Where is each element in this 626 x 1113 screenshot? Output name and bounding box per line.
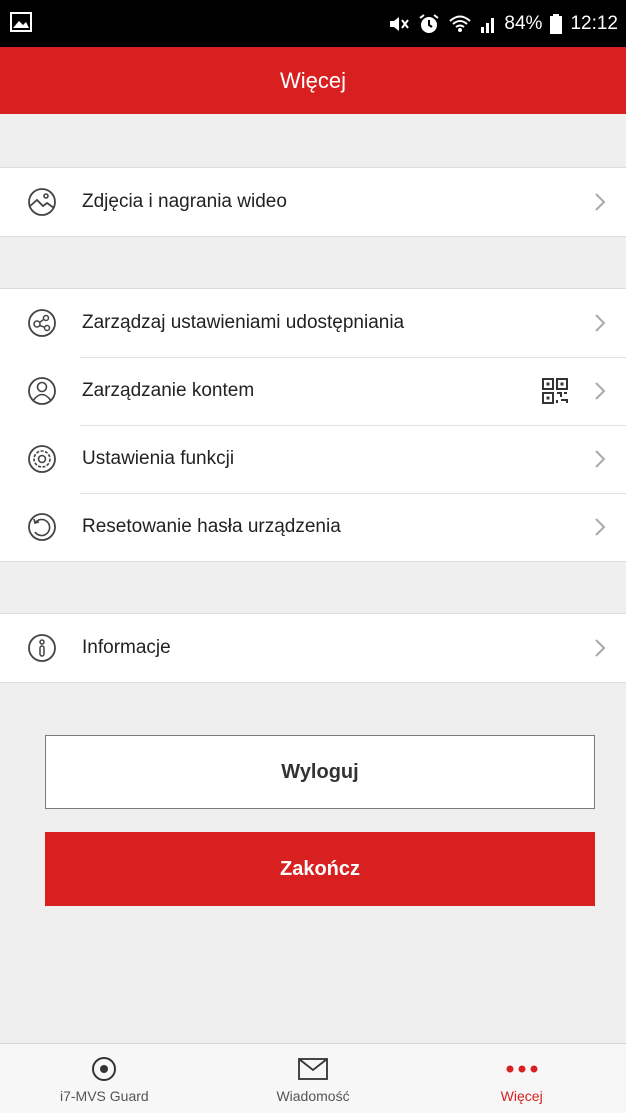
guard-icon (90, 1054, 118, 1084)
signal-icon (480, 15, 496, 33)
menu-item-reset-device-password[interactable]: Resetowanie hasła urządzenia (0, 493, 626, 561)
battery-icon (550, 13, 563, 34)
wifi-icon (448, 14, 472, 34)
chevron-right-icon (594, 313, 606, 333)
chevron-right-icon (594, 449, 606, 469)
tab-messages[interactable]: Wiadomość (209, 1044, 418, 1113)
battery-percent: 84% (504, 12, 543, 34)
chevron-right-icon (594, 381, 606, 401)
page-title: Więcej (279, 67, 346, 93)
alarm-icon (418, 13, 440, 35)
tab-label: i7-MVS Guard (59, 1088, 149, 1104)
envelope-icon (298, 1054, 328, 1084)
tab-label: Więcej (500, 1088, 543, 1104)
chevron-right-icon (594, 192, 606, 212)
menu-item-function-settings[interactable]: Ustawienia funkcji (0, 425, 626, 493)
menu-item-label: Resetowanie hasła urządzenia (82, 516, 341, 537)
reset-icon (26, 511, 58, 543)
tab-guard[interactable]: i7-MVS Guard (0, 1044, 209, 1113)
menu-item-label: Zarządzaj ustawieniami udostępniania (82, 312, 405, 333)
menu-group-media: Zdjęcia i nagrania wideo (0, 167, 626, 237)
menu-item-label: Zarządzanie kontem (82, 380, 255, 401)
more-dots-icon (505, 1054, 539, 1084)
qr-code-icon[interactable] (542, 378, 568, 404)
menu-item-account-management[interactable]: Zarządzanie kontem (0, 357, 626, 425)
share-icon (26, 307, 58, 339)
info-icon (26, 632, 58, 664)
exit-button[interactable]: Zakończ (45, 832, 595, 906)
chevron-right-icon (594, 638, 606, 658)
menu-group-info: Informacje (0, 613, 626, 683)
menu-item-information[interactable]: Informacje (0, 614, 626, 682)
tab-label: Wiadomość (276, 1088, 350, 1104)
bottom-tab-bar: i7-MVS Guard Wiadomość Więcej (0, 1043, 626, 1113)
menu-item-photos-videos[interactable]: Zdjęcia i nagrania wideo (0, 168, 626, 236)
menu-group-settings: Zarządzaj ustawieniami udostępniania Zar… (0, 288, 626, 562)
gallery-notification-icon (10, 12, 32, 37)
settings-icon (26, 443, 58, 475)
photo-video-icon (26, 186, 58, 218)
logout-button[interactable]: Wyloguj (45, 735, 595, 809)
tab-more[interactable]: Więcej (417, 1044, 626, 1113)
chevron-right-icon (594, 517, 606, 537)
app-bar: Więcej (0, 47, 626, 114)
menu-item-label: Informacje (82, 637, 171, 658)
mute-icon (388, 14, 410, 34)
status-bar: 84% 12:12 (0, 0, 626, 47)
menu-item-label: Zdjęcia i nagrania wideo (82, 191, 287, 212)
menu-item-label: Ustawienia funkcji (82, 448, 235, 469)
menu-item-sharing-settings[interactable]: Zarządzaj ustawieniami udostępniania (0, 289, 626, 357)
clock: 12:12 (570, 12, 618, 34)
account-icon (26, 375, 58, 407)
